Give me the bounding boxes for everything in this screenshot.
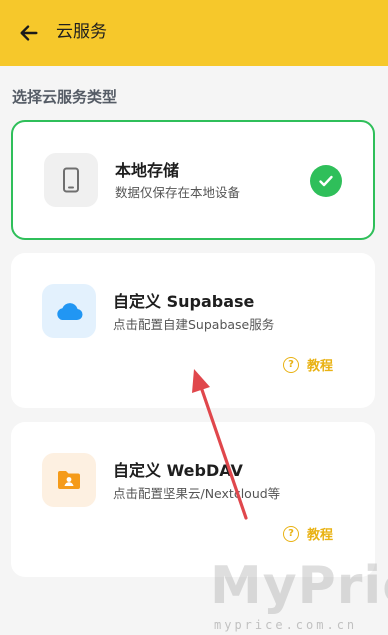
option-local-storage[interactable]: 本地存储 数据仅保存在本地设备 bbox=[11, 120, 375, 240]
arrow-left-icon bbox=[20, 25, 38, 41]
cloud-icon bbox=[57, 303, 83, 321]
app-header: 云服务 bbox=[0, 0, 388, 66]
watermark-domain: myprice.com.cn bbox=[214, 618, 358, 632]
folder-user-icon bbox=[58, 471, 80, 489]
phone-icon bbox=[63, 167, 79, 193]
option-title: 自定义 Supabase bbox=[113, 292, 255, 311]
option-description: 数据仅保存在本地设备 bbox=[115, 185, 241, 200]
page-title: 云服务 bbox=[56, 22, 107, 42]
back-button[interactable] bbox=[14, 18, 44, 48]
tutorial-label: 教程 bbox=[307, 528, 334, 543]
watermark-logo: MyPrice bbox=[210, 556, 388, 616]
option-description: 点击配置自建Supabase服务 bbox=[113, 317, 275, 332]
folder-icon-box bbox=[42, 453, 96, 507]
tutorial-link[interactable]: ? 教程 bbox=[283, 524, 333, 543]
option-title: 本地存储 bbox=[115, 161, 180, 180]
selected-check-icon bbox=[310, 165, 342, 197]
section-title: 选择云服务类型 bbox=[12, 88, 118, 106]
option-description: 点击配置坚果云/Nextcloud等 bbox=[113, 486, 281, 501]
help-icon: ? bbox=[283, 356, 299, 373]
cloud-icon-box bbox=[42, 284, 96, 338]
phone-icon-box bbox=[44, 153, 98, 207]
option-title: 自定义 WebDAV bbox=[113, 461, 243, 480]
option-supabase[interactable]: 自定义 Supabase 点击配置自建Supabase服务 ? 教程 bbox=[11, 253, 375, 408]
tutorial-label: 教程 bbox=[307, 359, 334, 374]
tutorial-link[interactable]: ? 教程 bbox=[283, 355, 333, 374]
option-webdav[interactable]: 自定义 WebDAV 点击配置坚果云/Nextcloud等 ? 教程 bbox=[11, 422, 375, 577]
help-icon: ? bbox=[283, 525, 299, 542]
